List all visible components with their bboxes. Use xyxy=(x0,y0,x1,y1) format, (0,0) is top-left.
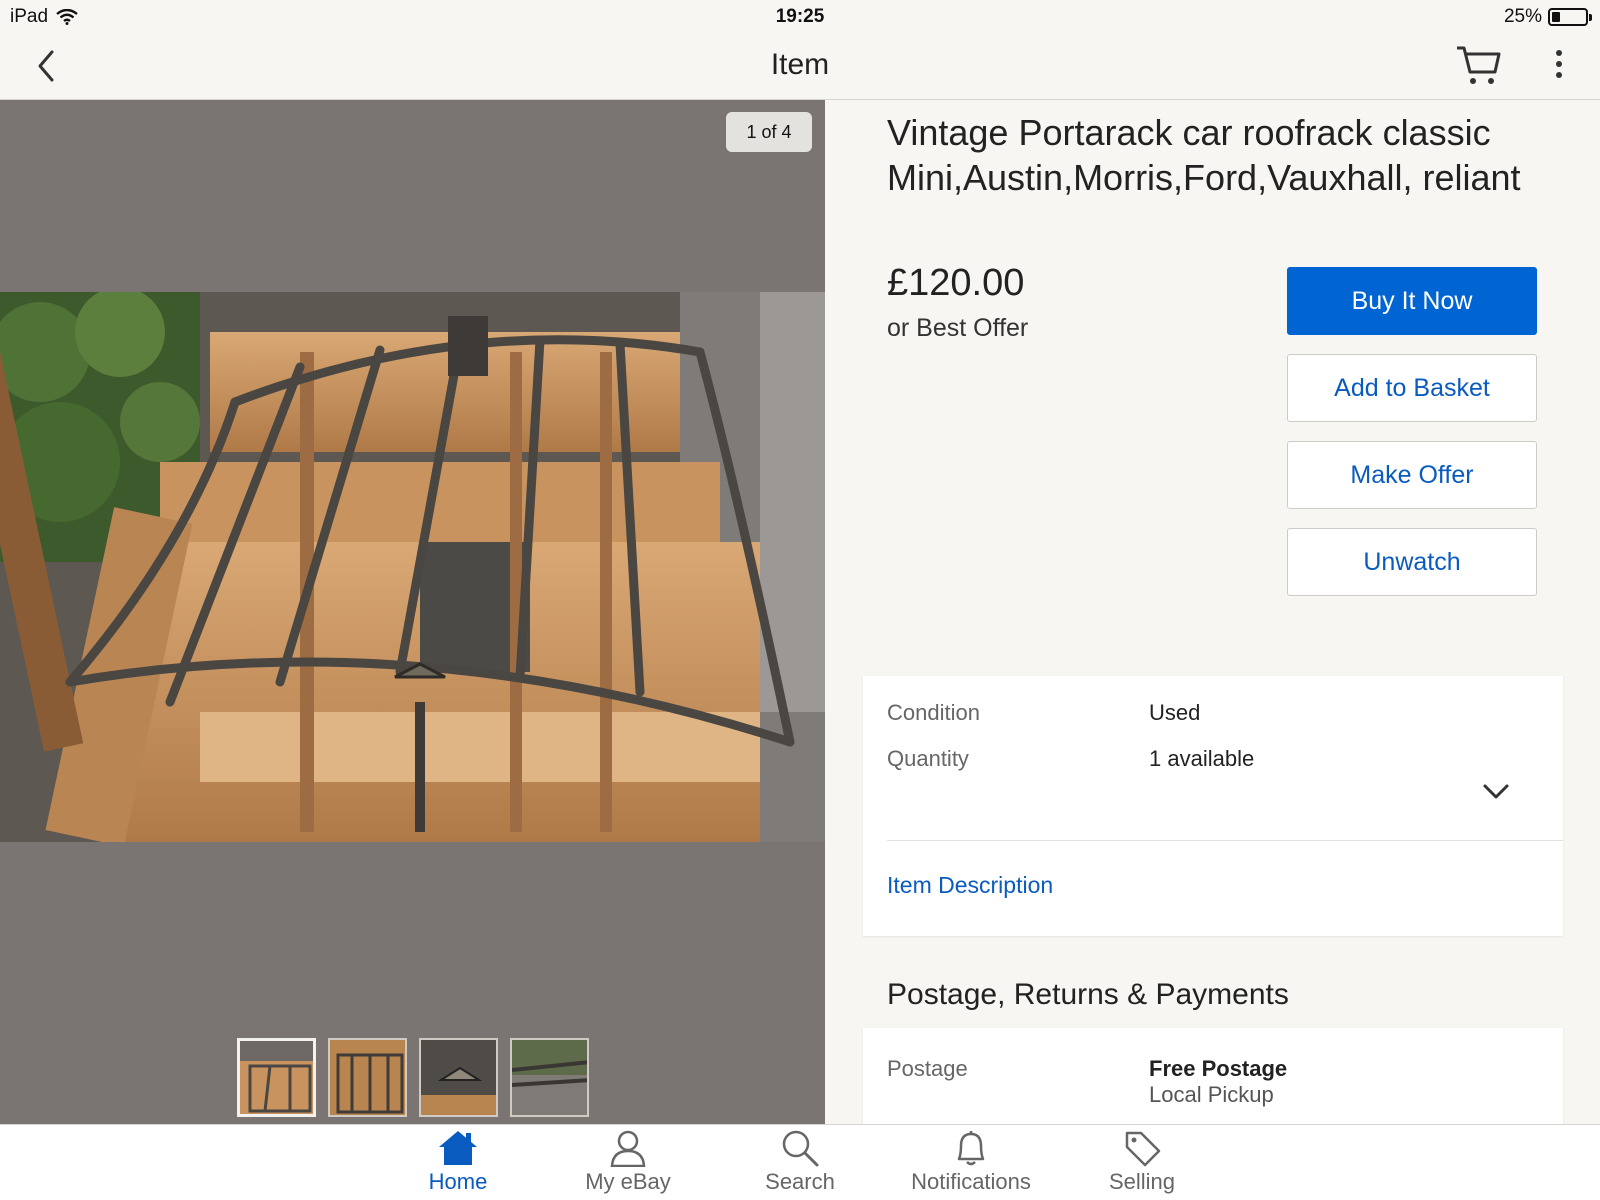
expand-specifics-button[interactable] xyxy=(1479,780,1513,804)
photo-counter: 1 of 4 xyxy=(726,112,812,152)
battery-percent: 25% xyxy=(1503,6,1542,27)
thumbnail-image-2 xyxy=(330,1040,405,1115)
item-price: £120.00 xyxy=(887,262,1025,304)
roofrack-photo xyxy=(0,287,825,847)
search-icon xyxy=(782,1130,819,1167)
status-time: 19:25 xyxy=(775,6,825,27)
photo-gallery[interactable]: 1 of 4 xyxy=(0,100,825,1124)
postage-label: Postage xyxy=(887,1056,968,1081)
status-right: 25% xyxy=(1503,6,1592,28)
tab-selling[interactable]: Selling xyxy=(1062,1129,1222,1200)
battery-icon xyxy=(1548,8,1592,26)
quantity-label: Quantity xyxy=(887,746,969,771)
tab-notifications-label: Notifications xyxy=(911,1169,1031,1194)
tab-search[interactable]: Search xyxy=(720,1129,880,1200)
postage-free: Free Postage xyxy=(1149,1056,1288,1081)
nav-bar: Item xyxy=(0,32,1600,100)
item-title: Vintage Portarack car roofrack classic M… xyxy=(887,112,1521,198)
thumbnail-4[interactable] xyxy=(510,1038,589,1117)
user-icon xyxy=(610,1130,646,1167)
cart-button[interactable] xyxy=(1455,42,1503,88)
thumbnail-1[interactable] xyxy=(237,1038,316,1117)
unwatch-button[interactable]: Unwatch xyxy=(1287,528,1537,596)
add-to-basket-button[interactable]: Add to Basket xyxy=(1287,354,1537,422)
condition-value: Used xyxy=(1149,700,1201,725)
page-title: Item xyxy=(770,48,830,81)
thumbnail-image-1 xyxy=(240,1041,313,1114)
tab-my-ebay[interactable]: My eBay xyxy=(548,1129,708,1200)
main-photo[interactable] xyxy=(0,287,825,847)
item-description-link[interactable]: Item Description xyxy=(887,872,1053,899)
tag-icon xyxy=(1125,1131,1161,1167)
thumbnail-strip xyxy=(237,1038,589,1117)
home-icon xyxy=(439,1131,477,1165)
best-offer-note: or Best Offer xyxy=(887,314,1029,342)
thumbnail-3[interactable] xyxy=(419,1038,498,1117)
quantity-value: 1 available xyxy=(1149,746,1255,771)
tab-selling-label: Selling xyxy=(1108,1169,1176,1194)
divider xyxy=(887,840,1563,841)
postage-pickup: Local Pickup xyxy=(1149,1082,1274,1107)
tab-home-label: Home xyxy=(428,1169,488,1194)
more-button[interactable] xyxy=(1546,48,1572,82)
postage-card[interactable]: Postage Free Postage Local Pickup xyxy=(863,1028,1563,1124)
condition-label: Condition xyxy=(887,700,980,725)
buy-it-now-button[interactable]: Buy It Now xyxy=(1287,267,1537,335)
tab-notifications[interactable]: Notifications xyxy=(891,1129,1051,1200)
more-vertical-icon xyxy=(1556,50,1562,78)
status-bar: iPad 19:25 25% xyxy=(0,0,1600,32)
thumbnail-image-4 xyxy=(512,1040,587,1115)
thumbnail-image-3 xyxy=(421,1040,496,1115)
battery-fill xyxy=(1552,12,1560,22)
item-specifics-card: Condition Used Quantity 1 available Item… xyxy=(863,676,1563,936)
tab-home[interactable]: Home xyxy=(378,1129,538,1200)
tab-my-ebay-label: My eBay xyxy=(585,1169,671,1194)
bell-icon xyxy=(957,1131,985,1166)
make-offer-button[interactable]: Make Offer xyxy=(1287,441,1537,509)
tab-bar: Home My eBay Search Notifications Sellin… xyxy=(0,1124,1600,1200)
chevron-down-icon xyxy=(1483,784,1509,799)
tab-search-label: Search xyxy=(765,1169,835,1194)
thumbnail-2[interactable] xyxy=(328,1038,407,1117)
postage-section-heading: Postage, Returns & Payments xyxy=(887,978,1289,1011)
item-details: Vintage Portarack car roofrack classic M… xyxy=(825,100,1600,1124)
cart-icon xyxy=(1457,46,1501,84)
